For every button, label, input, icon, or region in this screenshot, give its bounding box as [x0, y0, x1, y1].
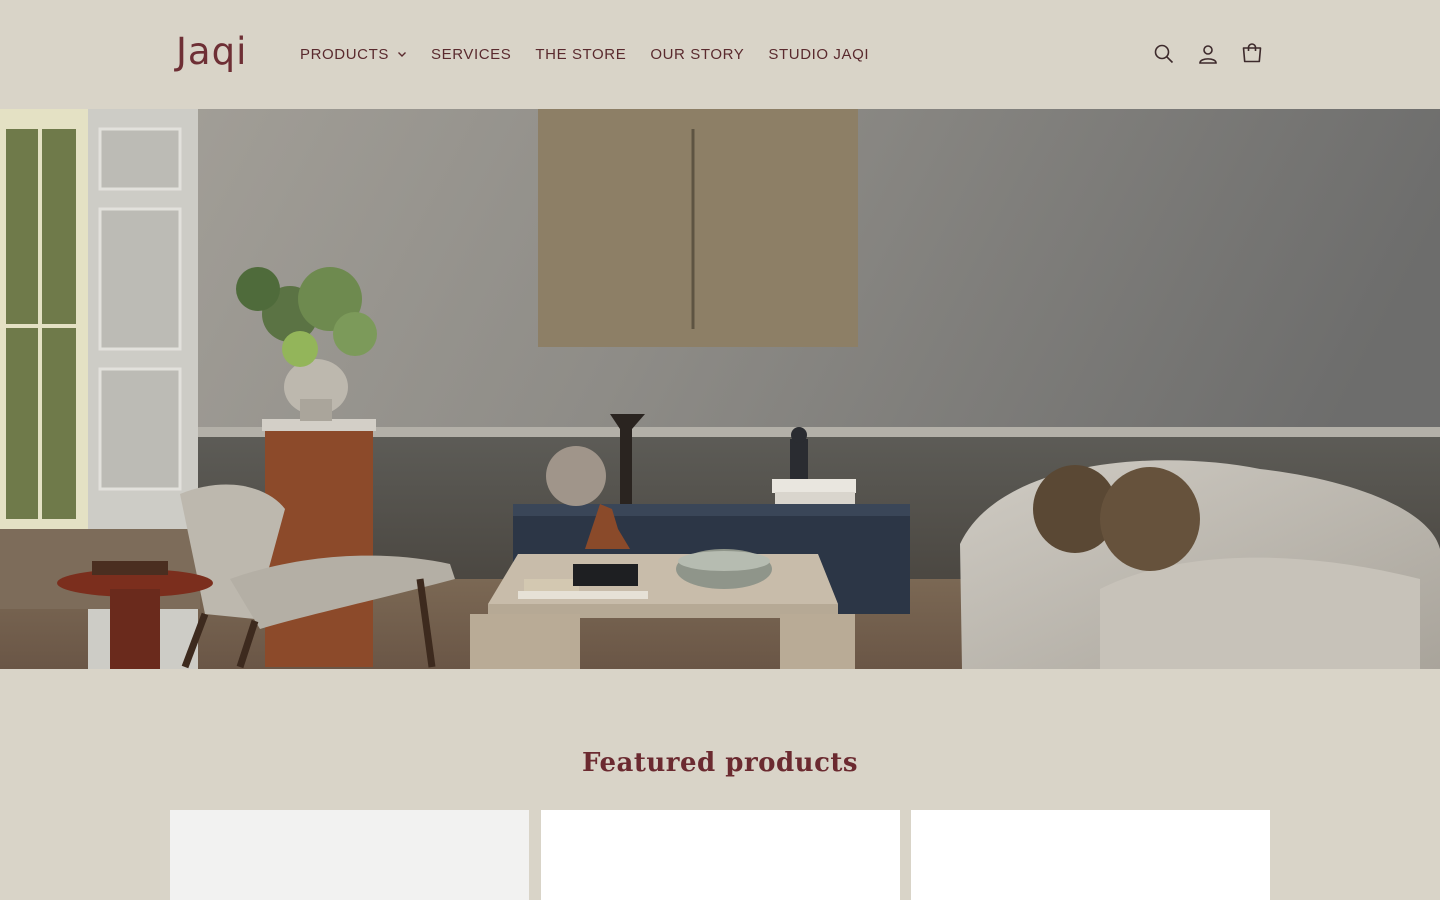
nav-item-products[interactable]: PRODUCTS — [300, 44, 407, 64]
cart-icon — [1242, 43, 1262, 63]
cart-button[interactable] — [1236, 38, 1268, 70]
nav-item-label: STUDIO JAQI — [768, 45, 870, 63]
product-card[interactable] — [170, 810, 529, 900]
nav-item-studio-jaqi[interactable]: STUDIO JAQI — [768, 44, 869, 64]
chevron-down-icon — [397, 52, 406, 57]
search-button[interactable] — [1148, 38, 1180, 70]
hero-interior-image — [0, 109, 1440, 669]
nav-item-label: THE STORE — [535, 45, 627, 63]
header-icons — [1148, 38, 1280, 70]
product-card[interactable] — [911, 810, 1270, 900]
nav-item-our-story[interactable]: OUR STORY — [650, 44, 744, 64]
account-icon — [1199, 45, 1217, 64]
product-card[interactable] — [541, 810, 900, 900]
account-button[interactable] — [1192, 38, 1224, 70]
nav-item-label: PRODUCTS — [300, 45, 389, 63]
main-nav: PRODUCTS SERVICES THE STORE OUR STORY ST… — [300, 44, 893, 64]
nav-item-label: SERVICES — [430, 45, 512, 63]
product-grid — [170, 810, 1270, 900]
nav-item-label: OUR STORY — [650, 45, 745, 63]
site-header: Jaqi PRODUCTS SERVICES THE STORE OUR STO… — [0, 0, 1440, 109]
brand-logo[interactable]: Jaqi — [176, 30, 247, 73]
featured-products-heading: Featured products — [581, 748, 859, 778]
nav-item-services[interactable]: SERVICES — [431, 44, 511, 64]
search-icon — [1154, 44, 1174, 64]
nav-item-the-store[interactable]: THE STORE — [535, 44, 626, 64]
hero-banner — [0, 109, 1440, 669]
